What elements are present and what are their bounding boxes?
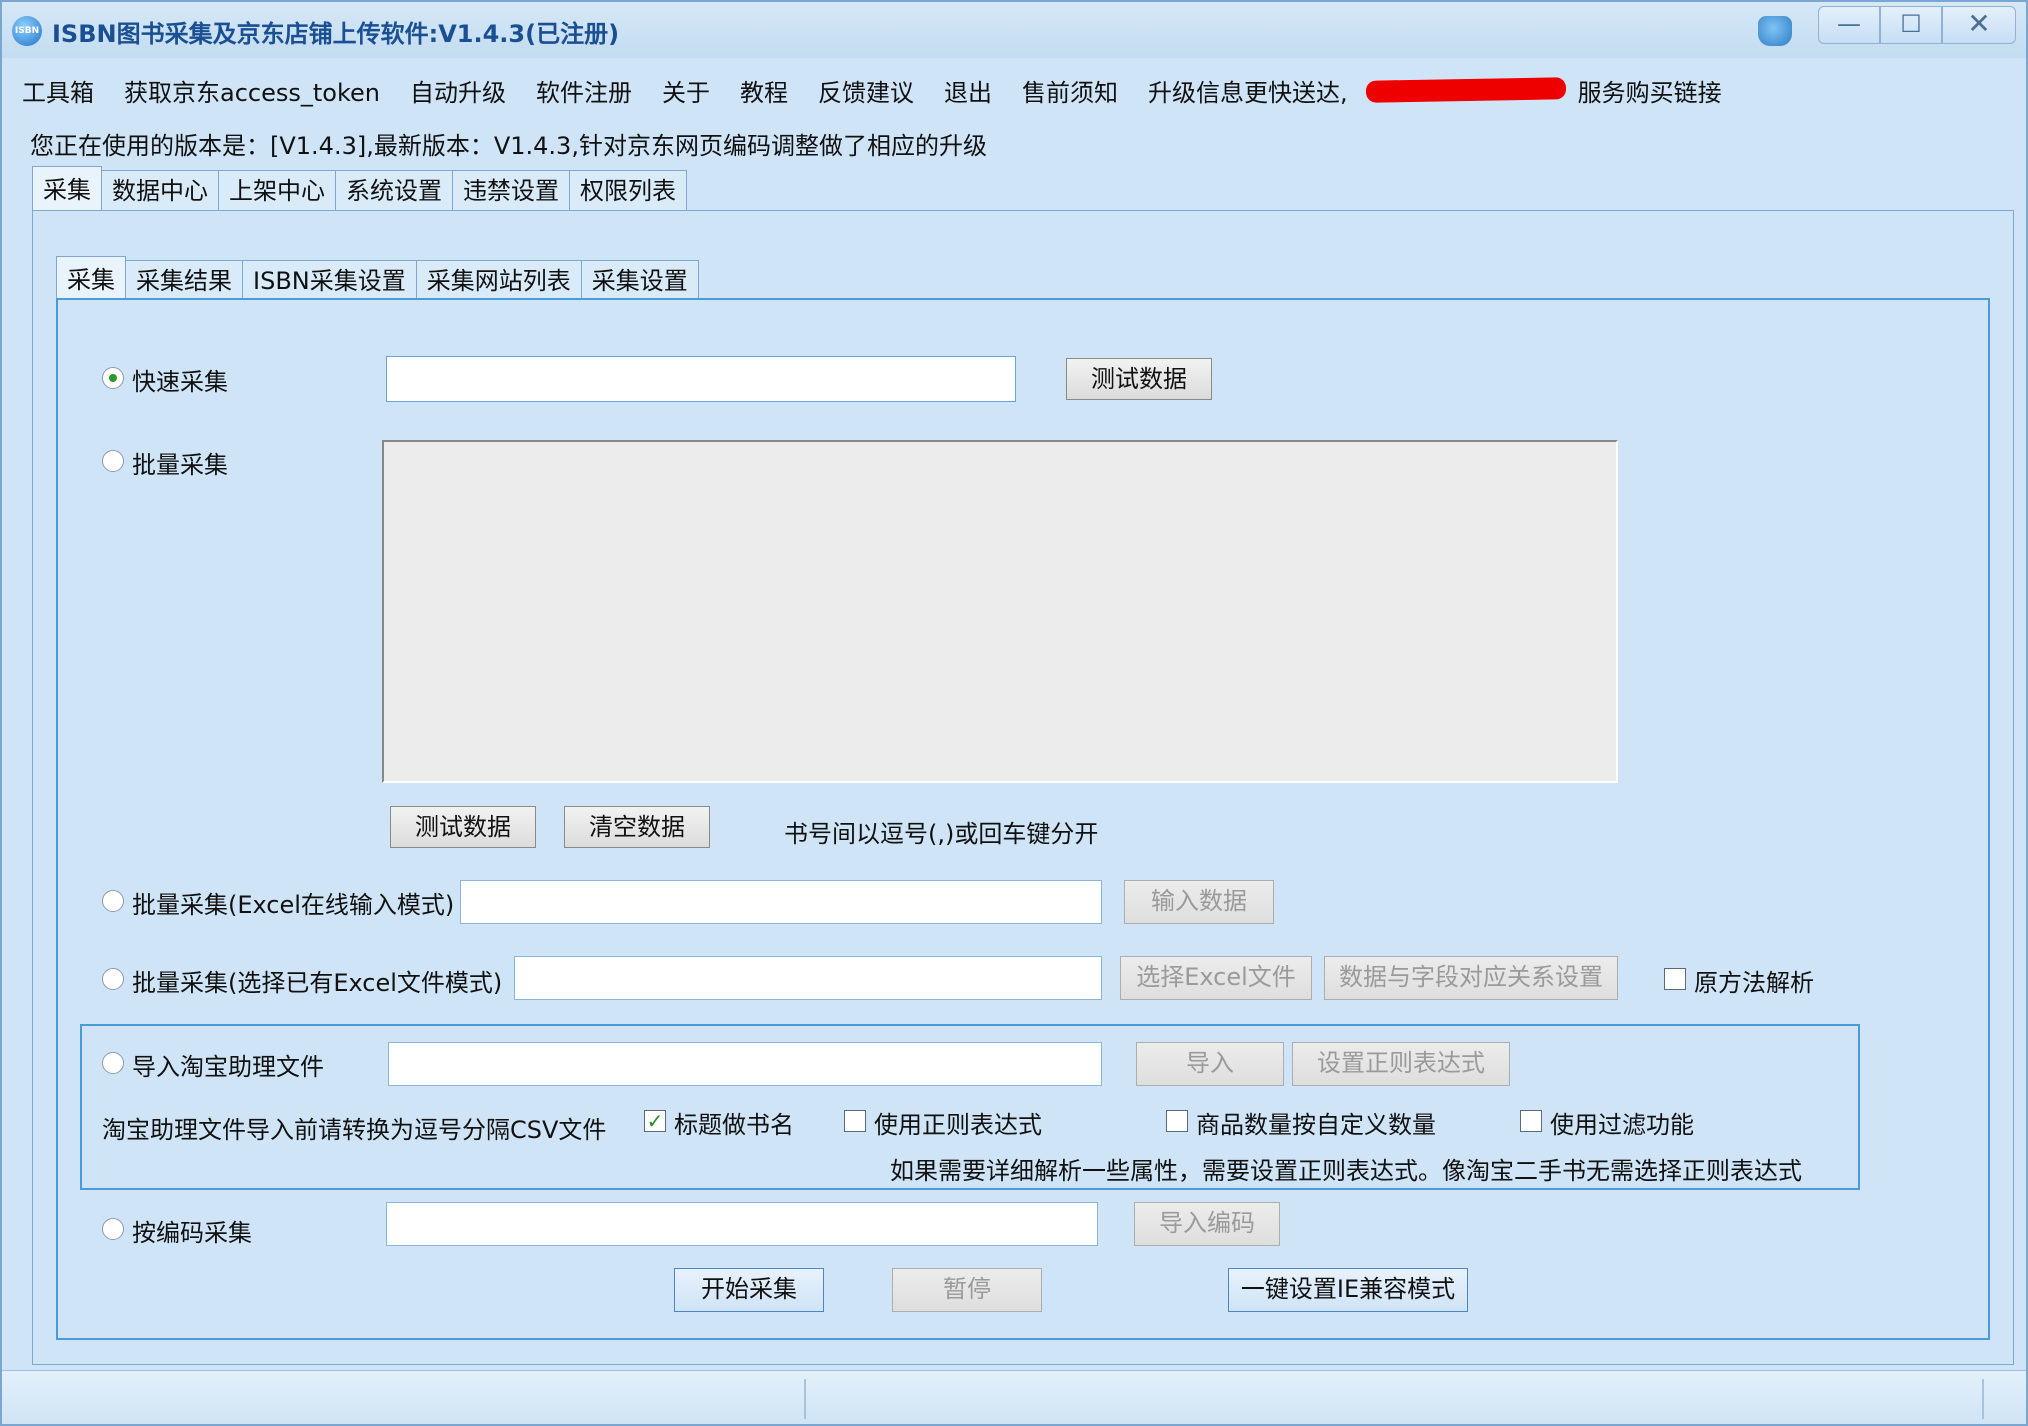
custom-qty-label: 商品数量按自定义数量 xyxy=(1196,1111,1436,1139)
excel-online-label: 批量采集(Excel在线输入模式) xyxy=(132,891,455,919)
subtab-site-list[interactable]: 采集网站列表 xyxy=(415,260,582,302)
batch-collect-label: 批量采集 xyxy=(132,451,228,479)
taobao-import-button[interactable]: 导入 xyxy=(1136,1042,1284,1086)
menu-auto-upgrade[interactable]: 自动升级 xyxy=(410,73,506,108)
batch-test-button[interactable]: 测试数据 xyxy=(390,806,536,848)
window-title: ISBN图书采集及京东店铺上传软件:V1.4.3(已注册) xyxy=(52,20,620,48)
select-excel-button[interactable]: 选择Excel文件 xyxy=(1120,956,1312,1000)
start-collect-button[interactable]: 开始采集 xyxy=(674,1268,824,1312)
code-input[interactable] xyxy=(386,1202,1098,1246)
excel-file-radio[interactable] xyxy=(102,968,124,990)
subtab-isbn-settings[interactable]: ISBN采集设置 xyxy=(242,260,417,302)
taobao-csv-note: 淘宝助理文件导入前请转换为逗号分隔CSV文件 xyxy=(102,1116,607,1144)
title-bar[interactable]: ISBN ISBN图书采集及京东店铺上传软件:V1.4.3(已注册) — ☐ ✕ xyxy=(2,2,2026,58)
set-regex-button[interactable]: 设置正则表达式 xyxy=(1292,1042,1510,1086)
filter-label: 使用过滤功能 xyxy=(1550,1111,1694,1139)
excel-online-radio[interactable] xyxy=(102,890,124,912)
quick-collect-label: 快速采集 xyxy=(132,368,228,396)
input-data-button[interactable]: 输入数据 xyxy=(1124,880,1274,924)
menu-purchase-link[interactable]: 服务购买链接 xyxy=(1578,73,1722,108)
batch-hint: 书号间以逗号(,)或回车键分开 xyxy=(784,820,1099,848)
batch-isbn-textarea[interactable] xyxy=(382,440,1618,783)
taobao-import-radio[interactable] xyxy=(102,1052,124,1074)
menu-tutorial[interactable]: 教程 xyxy=(740,73,788,108)
custom-qty-checkbox[interactable] xyxy=(1166,1110,1188,1132)
menu-feedback[interactable]: 反馈建议 xyxy=(818,73,914,108)
clear-data-button[interactable]: 清空数据 xyxy=(564,806,710,848)
taobao-file-input[interactable] xyxy=(388,1042,1102,1086)
subtab-collect-results[interactable]: 采集结果 xyxy=(125,260,243,302)
collect-tab-strip: 采集 采集结果 ISBN采集设置 采集网站列表 采集设置 xyxy=(56,256,699,302)
app-window: ISBN ISBN图书采集及京东店铺上传软件:V1.4.3(已注册) — ☐ ✕… xyxy=(0,0,2028,1426)
ie-compat-button[interactable]: 一键设置IE兼容模式 xyxy=(1228,1268,1468,1312)
batch-collect-radio[interactable] xyxy=(102,450,124,472)
version-info: 您正在使用的版本是：[V1.4.3],最新版本：V1.4.3,针对京东网页编码调… xyxy=(30,132,987,160)
maximize-button[interactable]: ☐ xyxy=(1880,6,1942,44)
tab-listing-center[interactable]: 上架中心 xyxy=(218,170,336,212)
quick-test-button[interactable]: 测试数据 xyxy=(1066,358,1212,400)
tab-system-settings[interactable]: 系统设置 xyxy=(335,170,453,212)
title-as-name-label: 标题做书名 xyxy=(674,1111,794,1139)
app-logo-icon: ISBN xyxy=(12,16,42,46)
status-separator xyxy=(804,1379,806,1419)
pause-button[interactable]: 暂停 xyxy=(892,1268,1042,1312)
excel-file-input[interactable] xyxy=(514,956,1102,1000)
skin-icon[interactable] xyxy=(1758,16,1792,46)
status-separator xyxy=(1982,1379,1984,1419)
excel-file-label: 批量采集(选择已有Excel文件模式) xyxy=(132,969,503,997)
subtab-collect[interactable]: 采集 xyxy=(56,256,126,302)
menu-bar: 工具箱 获取京东access_token 自动升级 软件注册 关于 教程 反馈建… xyxy=(2,70,2026,110)
menu-register[interactable]: 软件注册 xyxy=(536,73,632,108)
excel-online-input[interactable] xyxy=(460,880,1102,924)
taobao-import-label: 导入淘宝助理文件 xyxy=(132,1053,324,1081)
use-regex-checkbox[interactable] xyxy=(844,1110,866,1132)
tab-data-center[interactable]: 数据中心 xyxy=(101,170,219,212)
main-tab-strip: 采集 数据中心 上架中心 系统设置 违禁设置 权限列表 xyxy=(32,166,687,212)
redaction-mark xyxy=(1365,77,1566,103)
menu-upgrade-info[interactable]: 升级信息更快送达, xyxy=(1148,73,1348,108)
regex-hint: 如果需要详细解析一些属性，需要设置正则表达式。像淘宝二手书无需选择正则表达式 xyxy=(890,1157,1802,1185)
menu-exit[interactable]: 退出 xyxy=(944,73,992,108)
quick-collect-radio[interactable] xyxy=(102,367,124,389)
tab-permission-list[interactable]: 权限列表 xyxy=(569,170,687,212)
use-regex-label: 使用正则表达式 xyxy=(874,1111,1042,1139)
menu-about[interactable]: 关于 xyxy=(662,73,710,108)
title-as-name-checkbox[interactable]: ✓ xyxy=(644,1110,666,1132)
tab-collect[interactable]: 采集 xyxy=(32,166,102,212)
status-bar xyxy=(2,1370,2026,1424)
minimize-button[interactable]: — xyxy=(1818,6,1880,44)
code-collect-label: 按编码采集 xyxy=(132,1219,252,1247)
filter-checkbox[interactable] xyxy=(1520,1110,1542,1132)
menu-get-jd-token[interactable]: 获取京东access_token xyxy=(124,73,380,108)
raw-parse-label: 原方法解析 xyxy=(1694,969,1814,997)
close-button[interactable]: ✕ xyxy=(1942,6,2016,44)
subtab-collect-settings[interactable]: 采集设置 xyxy=(580,260,699,302)
field-mapping-button[interactable]: 数据与字段对应关系设置 xyxy=(1324,956,1618,1000)
import-code-button[interactable]: 导入编码 xyxy=(1134,1202,1280,1246)
tab-prohibited-settings[interactable]: 违禁设置 xyxy=(452,170,570,212)
code-collect-radio[interactable] xyxy=(102,1218,124,1240)
raw-parse-checkbox[interactable] xyxy=(1664,968,1686,990)
menu-toolbox[interactable]: 工具箱 xyxy=(22,73,94,108)
quick-collect-input[interactable] xyxy=(386,356,1016,402)
menu-presale-notice[interactable]: 售前须知 xyxy=(1022,73,1118,108)
